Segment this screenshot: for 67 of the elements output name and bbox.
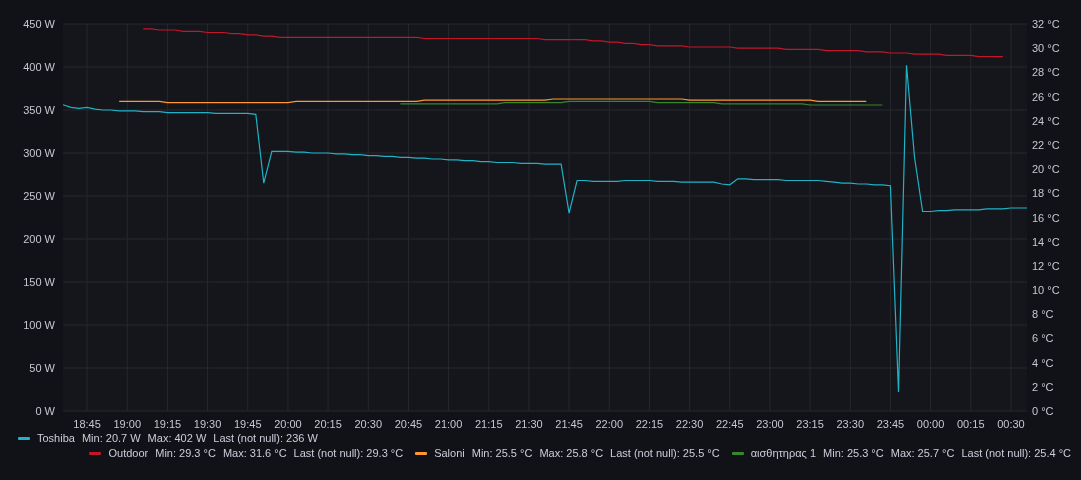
axis-label: 19:30	[193, 418, 222, 430]
legend-stat: Last (not null): 25.5 °C	[610, 447, 720, 459]
axis-label: 22:30	[675, 418, 704, 430]
legend-stat: Min: 29.3 °C	[155, 447, 216, 459]
axis-label: 00:15	[957, 418, 985, 430]
legend-series-name[interactable]: Saloni	[434, 447, 465, 459]
axis-label: 24 °C	[1032, 114, 1060, 127]
axis-label: 20:30	[354, 418, 383, 430]
axis-label: 0 W	[35, 405, 55, 417]
axis-label: 23:00	[756, 418, 784, 430]
axis-label: 18 °C	[1032, 187, 1060, 200]
axis-label: 18:45	[73, 418, 101, 430]
legend-stat: Last (not null): 29.3 °C	[293, 447, 404, 459]
axis-label: 350 W	[23, 104, 55, 116]
legend-stat: Last (not null): 236 W	[213, 432, 318, 444]
axis-label: 22:15	[635, 418, 664, 430]
axis-label: 14 °C	[1032, 235, 1060, 248]
axis-label: 21:15	[475, 418, 503, 430]
legend-series-name[interactable]: Toshiba	[37, 432, 75, 444]
axis-label: 6 °C	[1032, 332, 1054, 345]
legend-stat: Min: 25.5 °C	[471, 447, 533, 459]
axis-label: 150 W	[23, 276, 55, 288]
axis-label: 0 °C	[1032, 405, 1054, 417]
axis-label: 23:15	[796, 418, 824, 430]
legend-stat: Max: 402 W	[147, 432, 207, 444]
legend-stat: Last (not null): 25.4 °C	[961, 447, 1071, 459]
axis-label: 19:15	[153, 418, 182, 430]
axis-label: 19:00	[113, 418, 142, 430]
axis-label: 00:30	[997, 418, 1025, 430]
axis-label: 30 °C	[1032, 42, 1060, 55]
axis-label: 50 W	[29, 362, 55, 374]
axis-label: 00:00	[916, 418, 945, 430]
axis-label: 19:45	[234, 418, 262, 430]
axis-label: 4 °C	[1032, 356, 1054, 369]
axis-label: 26 °C	[1032, 90, 1060, 103]
axis-label: 32 °C	[1032, 18, 1060, 30]
legend-stat: Min: 25.3 °C	[823, 447, 884, 459]
axis-label: 22:45	[716, 418, 744, 430]
axis-label: 450 W	[23, 18, 55, 30]
legend-stat: Max: 25.7 °C	[890, 447, 955, 459]
axis-label: 20 °C	[1032, 163, 1060, 176]
axis-label: 22 °C	[1032, 138, 1060, 151]
legend-series-name[interactable]: αισθητηρας 1	[750, 447, 817, 459]
axis-label: 16 °C	[1032, 211, 1060, 224]
legend-stat: Max: 25.8 °C	[539, 447, 604, 459]
axis-label: 21:45	[555, 418, 583, 430]
axis-label: 2 °C	[1032, 380, 1054, 393]
axis-label: 10 °C	[1032, 284, 1060, 297]
axis-label: 300 W	[23, 147, 55, 159]
axis-label: 200 W	[23, 233, 55, 245]
axis-label: 21:00	[434, 418, 463, 430]
axis-label: 21:30	[515, 418, 543, 430]
axis-label: 20:00	[274, 418, 302, 430]
axis-label: 250 W	[23, 190, 55, 202]
axis-label: 12 °C	[1032, 259, 1060, 272]
legend-series-name[interactable]: Outdoor	[108, 447, 149, 459]
legend-stat: Min: 20.7 W	[81, 432, 141, 444]
axis-label: 20:15	[314, 418, 342, 430]
axis-label: 100 W	[23, 319, 55, 331]
axis-label: 8 °C	[1032, 308, 1054, 321]
axis-label: 28 °C	[1032, 66, 1060, 79]
axis-label: 23:45	[876, 418, 905, 430]
axis-label: 22:00	[595, 418, 624, 430]
axis-label: 20:45	[394, 418, 423, 430]
legend-stat: Max: 31.6 °C	[222, 447, 287, 459]
axis-label: 23:30	[836, 418, 865, 430]
axis-label: 400 W	[23, 61, 55, 73]
